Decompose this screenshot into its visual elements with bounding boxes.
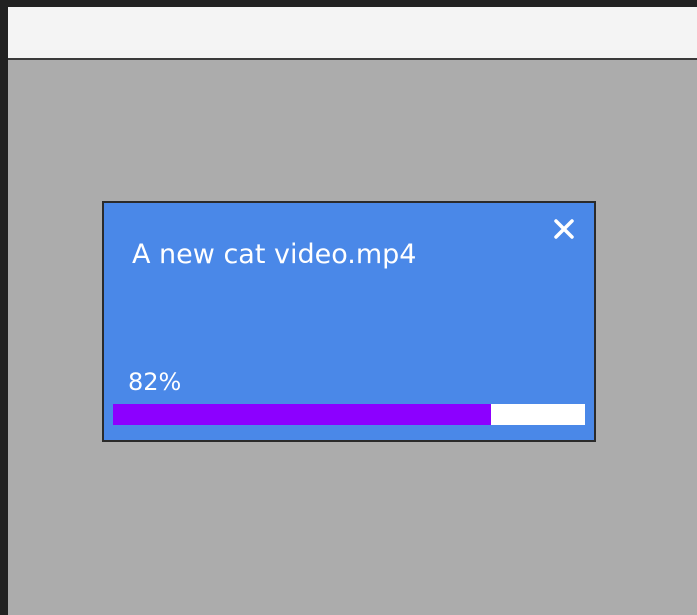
top-bar [8, 7, 697, 60]
progress-percent-label: 82% [128, 368, 182, 396]
close-icon [554, 219, 574, 239]
file-name: A new cat video.mp4 [132, 239, 417, 270]
progress-bar [113, 404, 585, 425]
close-button[interactable] [550, 215, 578, 243]
progress-bar-fill [113, 404, 491, 425]
download-dialog: A new cat video.mp4 82% [102, 201, 596, 442]
app-window: A new cat video.mp4 82% [8, 7, 697, 615]
